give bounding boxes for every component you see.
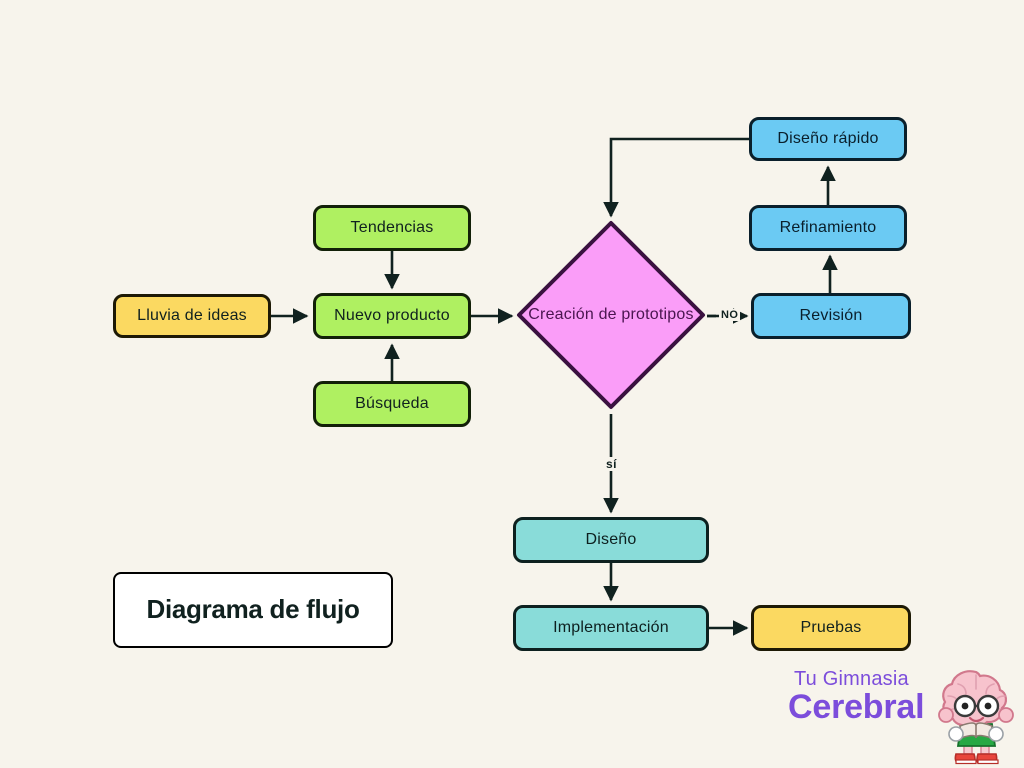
- brand-logo: Tu Gimnasia Cerebral: [780, 668, 1024, 768]
- node-diseno[interactable]: Diseño: [513, 517, 709, 563]
- node-label: Diseño rápido: [777, 130, 879, 148]
- node-lluvia-de-ideas[interactable]: Lluvia de ideas: [113, 294, 271, 338]
- node-busqueda[interactable]: Búsqueda: [313, 381, 471, 427]
- node-label: Nuevo producto: [334, 307, 450, 325]
- node-refinamiento[interactable]: Refinamiento: [749, 205, 907, 251]
- node-tendencias[interactable]: Tendencias: [313, 205, 471, 251]
- node-label: Revisión: [799, 307, 863, 325]
- edge-label-si: sí: [604, 457, 619, 471]
- node-implementacion[interactable]: Implementación: [513, 605, 709, 651]
- node-diseno-rapido[interactable]: Diseño rápido: [749, 117, 907, 161]
- page-title: Diagrama de flujo: [146, 594, 360, 625]
- node-label: Diseño: [585, 531, 637, 549]
- connector-layer: [271, 137, 838, 636]
- node-pruebas[interactable]: Pruebas: [751, 605, 911, 651]
- node-nuevo-producto[interactable]: Nuevo producto: [313, 293, 471, 339]
- edge-diseno-rapido-to-prototipos: [603, 137, 749, 218]
- node-revision[interactable]: Revisión: [751, 293, 911, 339]
- diagram-title-card: Diagrama de flujo: [113, 572, 393, 648]
- node-label: Lluvia de ideas: [137, 307, 247, 325]
- diamond-shape: [517, 221, 705, 409]
- node-label: Implementación: [553, 619, 669, 637]
- node-label: Refinamiento: [779, 219, 877, 237]
- node-creacion-de-prototipos[interactable]: Creación de prototipos: [513, 217, 709, 413]
- node-label: Pruebas: [800, 619, 862, 637]
- node-label: Tendencias: [350, 219, 434, 237]
- flowchart-canvas: NO sí Lluvia de ideas Tendencias Nuevo p…: [0, 0, 1024, 768]
- logo-line-2: Cerebral: [788, 688, 925, 726]
- brain-mascot-icon: [938, 670, 1014, 765]
- edge-label-no: NO: [719, 309, 741, 321]
- node-label: Búsqueda: [355, 395, 429, 413]
